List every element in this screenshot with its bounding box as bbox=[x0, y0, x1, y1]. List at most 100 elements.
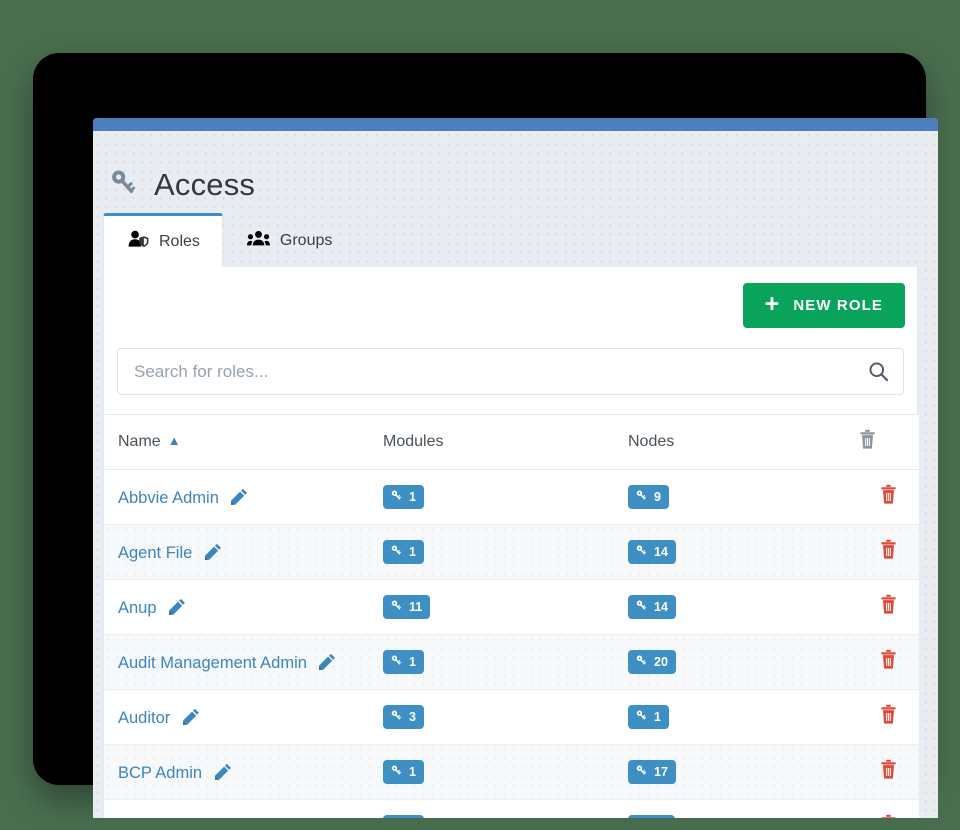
delete-role-button[interactable] bbox=[879, 814, 898, 818]
key-icon bbox=[635, 544, 648, 560]
role-name-link[interactable]: Anup bbox=[118, 599, 157, 617]
cell-role-name: Auditor bbox=[104, 689, 369, 745]
key-icon bbox=[635, 489, 648, 505]
device-frame: Access Roles Groups + NEW ROLE Search fo… bbox=[33, 53, 938, 818]
pencil-icon[interactable] bbox=[214, 763, 232, 784]
new-role-label: NEW ROLE bbox=[793, 297, 883, 314]
cell-role-name: BCP Admin bbox=[104, 744, 369, 800]
key-icon bbox=[390, 544, 403, 560]
key-icon bbox=[390, 764, 403, 780]
key-icon bbox=[390, 489, 403, 505]
tab-roles[interactable]: Roles bbox=[103, 213, 223, 267]
page-background: Access Roles Groups + NEW ROLE Search fo… bbox=[93, 131, 938, 818]
modules-badge[interactable]: 11 bbox=[383, 595, 431, 619]
trash-icon bbox=[879, 594, 898, 618]
tab-groups-label: Groups bbox=[279, 232, 333, 249]
tab-groups[interactable]: Groups bbox=[223, 215, 354, 267]
role-name-link[interactable]: Auditor bbox=[118, 709, 170, 727]
nodes-badge[interactable]: 9 bbox=[628, 485, 669, 509]
key-icon bbox=[390, 599, 403, 615]
trash-icon bbox=[879, 539, 898, 563]
role-name-link[interactable]: Abbvie Admin bbox=[118, 489, 219, 507]
delete-role-button[interactable] bbox=[879, 649, 898, 670]
role-name-link[interactable]: Agent File bbox=[118, 544, 192, 562]
nodes-badge[interactable]: 14 bbox=[628, 540, 676, 564]
delete-role-button[interactable] bbox=[879, 759, 898, 780]
modules-count: 3 bbox=[409, 710, 416, 725]
role-name-link[interactable]: BCP Admin bbox=[118, 764, 202, 782]
modules-badge[interactable]: 1 bbox=[383, 485, 424, 509]
table-row[interactable]: Abbvie Admin 1 9 bbox=[104, 469, 919, 525]
key-icon bbox=[107, 166, 141, 205]
cell-nodes: 11 bbox=[614, 799, 844, 818]
key-icon bbox=[635, 599, 648, 615]
modules-count: 1 bbox=[409, 490, 416, 505]
pencil-icon[interactable] bbox=[319, 653, 336, 674]
delete-role-button[interactable] bbox=[879, 539, 898, 560]
cell-actions bbox=[844, 744, 919, 800]
modules-count: 11 bbox=[409, 600, 423, 615]
key-icon bbox=[635, 709, 648, 725]
column-header-nodes[interactable]: Nodes bbox=[614, 414, 844, 470]
app-screen: Access Roles Groups + NEW ROLE Search fo… bbox=[93, 118, 938, 818]
cell-modules: 1 bbox=[369, 799, 614, 818]
page-title: Access bbox=[154, 167, 256, 202]
roles-table: Name ▲ Modules Nodes Abbvie Admin 1 9 Ag… bbox=[104, 414, 919, 818]
key-icon bbox=[390, 654, 403, 670]
table-row[interactable]: Anup 11 14 bbox=[104, 579, 919, 635]
delete-role-button[interactable] bbox=[879, 704, 898, 725]
users-group-icon bbox=[246, 230, 270, 253]
cell-actions bbox=[844, 469, 919, 525]
table-row[interactable]: BTG Admin bbox=[104, 799, 919, 818]
nodes-badge[interactable]: 17 bbox=[628, 760, 676, 784]
table-row[interactable]: Agent File 1 14 bbox=[104, 524, 919, 580]
nodes-badge[interactable]: 11 bbox=[628, 815, 676, 818]
nodes-count: 14 bbox=[654, 545, 668, 560]
cell-nodes: 14 bbox=[614, 579, 844, 635]
search-input[interactable] bbox=[117, 348, 904, 395]
pencil-icon[interactable] bbox=[182, 708, 200, 729]
cell-nodes: 20 bbox=[614, 634, 844, 690]
modules-badge[interactable]: 1 bbox=[383, 815, 424, 818]
table-row[interactable]: Auditor 3 1 bbox=[104, 689, 919, 745]
pencil-icon[interactable] bbox=[231, 488, 248, 509]
nodes-badge[interactable]: 14 bbox=[628, 595, 676, 619]
user-shield-icon bbox=[128, 230, 149, 253]
delete-role-button[interactable] bbox=[879, 594, 898, 615]
search-bar bbox=[117, 348, 904, 395]
delete-role-button[interactable] bbox=[879, 484, 898, 505]
trash-icon[interactable] bbox=[858, 429, 877, 454]
column-header-name[interactable]: Name ▲ bbox=[104, 414, 369, 470]
trash-icon bbox=[879, 484, 898, 508]
card-toolbar: + NEW ROLE bbox=[104, 267, 917, 328]
nodes-count: 20 bbox=[654, 655, 668, 670]
new-role-button[interactable]: + NEW ROLE bbox=[742, 283, 905, 328]
modules-badge[interactable]: 3 bbox=[383, 705, 424, 729]
tab-roles-label: Roles bbox=[159, 232, 200, 250]
nodes-count: 14 bbox=[654, 600, 668, 615]
trash-icon bbox=[879, 704, 898, 728]
cell-nodes: 1 bbox=[614, 689, 844, 745]
cell-modules: 3 bbox=[369, 689, 614, 745]
nodes-badge[interactable]: 1 bbox=[628, 705, 669, 729]
modules-count: 1 bbox=[409, 765, 416, 780]
cell-actions bbox=[844, 634, 919, 690]
cell-actions bbox=[844, 524, 919, 580]
modules-badge[interactable]: 1 bbox=[383, 540, 424, 564]
pencil-icon[interactable] bbox=[204, 543, 222, 564]
cell-actions bbox=[844, 689, 919, 745]
key-icon bbox=[390, 709, 403, 725]
table-row[interactable]: Audit Management Admin 1 20 bbox=[104, 634, 919, 690]
cell-nodes: 9 bbox=[614, 469, 844, 525]
nodes-count: 9 bbox=[654, 490, 661, 505]
cell-actions bbox=[844, 799, 919, 818]
role-name-link[interactable]: Audit Management Admin bbox=[118, 654, 307, 672]
modules-badge[interactable]: 1 bbox=[383, 650, 424, 674]
trash-icon bbox=[879, 649, 898, 673]
page-header: Access bbox=[93, 131, 938, 213]
modules-badge[interactable]: 1 bbox=[383, 760, 424, 784]
nodes-badge[interactable]: 20 bbox=[628, 650, 676, 674]
pencil-icon[interactable] bbox=[169, 598, 186, 619]
column-header-modules[interactable]: Modules bbox=[369, 414, 614, 470]
table-row[interactable]: BCP Admin 1 17 bbox=[104, 744, 919, 800]
